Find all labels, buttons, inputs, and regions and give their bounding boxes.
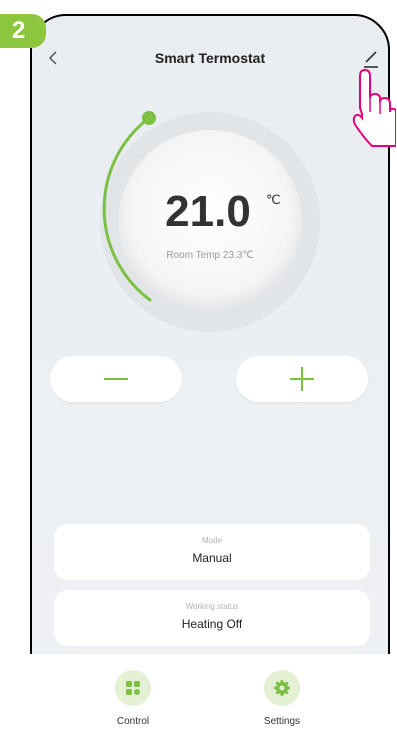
step-badge: 2 <box>0 14 46 48</box>
pencil-icon <box>364 51 378 68</box>
temperature-knob[interactable] <box>142 111 156 125</box>
decrease-temp-button[interactable] <box>50 356 182 402</box>
working-status-value: Heating Off <box>181 617 243 631</box>
tab-control[interactable]: Control <box>93 670 173 727</box>
tab-settings-label: Settings <box>263 716 301 727</box>
set-temperature: 21.0 <box>165 187 251 236</box>
plus-icon-vertical <box>301 367 303 391</box>
thermostat-dial[interactable]: 21.0 ℃ Room Temp 23.3℃ <box>90 102 330 342</box>
grid-icon <box>115 670 151 706</box>
step-number: 2 <box>12 17 26 44</box>
tab-control-label: Control <box>116 716 150 727</box>
edit-button[interactable] <box>360 46 382 70</box>
mode-label: Mode <box>201 536 222 545</box>
working-status-label: Working status <box>185 602 239 611</box>
pointing-hand-icon <box>352 68 396 147</box>
room-temperature: Room Temp 23.3℃ <box>166 250 253 261</box>
tab-settings[interactable]: Settings <box>242 670 322 727</box>
gear-icon <box>264 670 300 706</box>
working-status-card: Working status Heating Off <box>54 590 370 646</box>
minus-icon <box>104 378 128 380</box>
page-title: Smart Termostat <box>154 50 266 66</box>
mode-card[interactable]: Mode Manual <box>54 524 370 580</box>
tab-bar <box>30 654 390 744</box>
increase-temp-button[interactable] <box>236 356 368 402</box>
temperature-unit: ℃ <box>266 192 281 207</box>
mode-value: Manual <box>192 551 232 565</box>
